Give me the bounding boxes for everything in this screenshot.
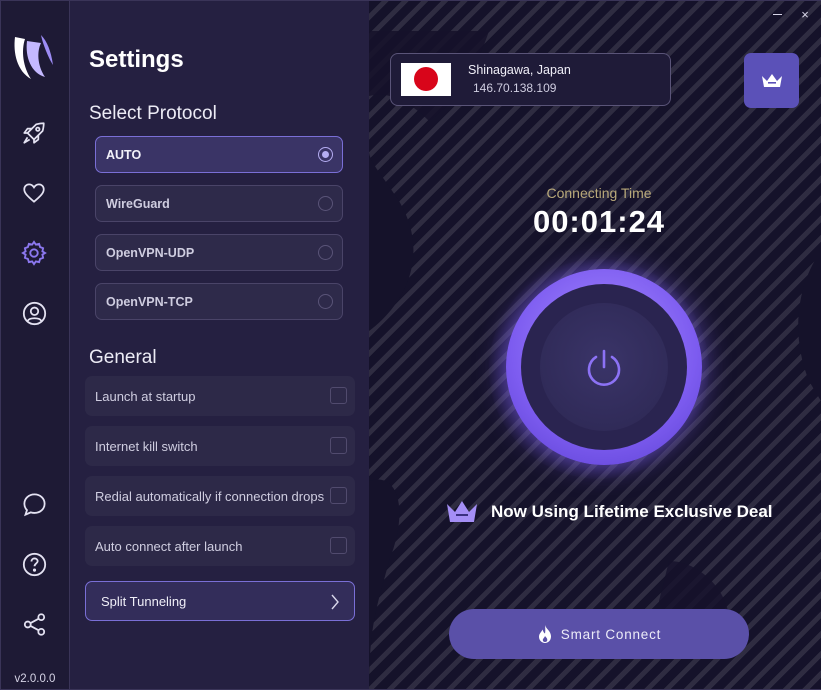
- settings-panel: Settings Select Protocol AUTO WireGuard …: [70, 1, 369, 689]
- checkbox[interactable]: [330, 487, 347, 504]
- help-icon[interactable]: [17, 547, 51, 581]
- rocket-icon[interactable]: [17, 116, 51, 150]
- gear-icon[interactable]: [17, 236, 51, 270]
- version-label: v2.0.0.0: [14, 673, 56, 685]
- protocol-option-openvpn-udp[interactable]: OpenVPN-UDP: [95, 234, 343, 271]
- protocol-option-auto[interactable]: AUTO: [95, 136, 343, 173]
- checkbox[interactable]: [330, 437, 347, 454]
- radio-button[interactable]: [318, 245, 333, 260]
- page-title: Settings: [89, 46, 184, 73]
- smart-connect-label: Smart Connect: [560, 626, 662, 642]
- option-label: Auto connect after launch: [95, 538, 243, 554]
- radio-button[interactable]: [318, 294, 333, 309]
- protocol-label: AUTO: [106, 147, 142, 162]
- checkbox[interactable]: [330, 387, 347, 404]
- option-label: Redial automatically if connection drops: [95, 488, 325, 504]
- connection-area: Shinagawa, Japan 146.70.138.109 Connecti…: [369, 1, 821, 689]
- protocol-heading: Select Protocol: [89, 103, 217, 124]
- share-icon[interactable]: [17, 607, 51, 641]
- app-window: × v2.0.0.0 Settings Select Protocol AUTO…: [0, 0, 821, 690]
- split-tunneling-label: Split Tunneling: [101, 593, 187, 609]
- split-tunneling-button[interactable]: Split Tunneling: [85, 581, 355, 621]
- power-icon: [587, 349, 621, 386]
- premium-button[interactable]: [744, 53, 799, 108]
- minimize-button[interactable]: [770, 7, 784, 21]
- checkbox[interactable]: [330, 537, 347, 554]
- app-logo: [14, 35, 53, 79]
- crown-icon: [761, 73, 782, 87]
- option-label: Internet kill switch: [95, 438, 198, 454]
- option-auto-connect[interactable]: Auto connect after launch: [85, 526, 355, 566]
- smart-connect-button[interactable]: Smart Connect: [449, 609, 749, 659]
- radio-button[interactable]: [318, 196, 333, 211]
- flame-icon: [538, 625, 551, 643]
- protocol-option-openvpn-tcp[interactable]: OpenVPN-TCP: [95, 283, 343, 320]
- connecting-time-label: Connecting Time: [546, 185, 652, 201]
- left-rail: v2.0.0.0: [1, 1, 70, 689]
- power-button[interactable]: [540, 303, 668, 431]
- general-heading: General: [89, 347, 157, 368]
- option-launch-at-startup[interactable]: Launch at startup: [85, 376, 355, 416]
- japan-flag-icon: [401, 63, 451, 96]
- server-selector[interactable]: Shinagawa, Japan 146.70.138.109: [390, 53, 671, 106]
- crown-icon: [447, 501, 477, 522]
- radio-button[interactable]: [318, 147, 333, 162]
- server-ip: 146.70.138.109: [473, 81, 557, 95]
- protocol-label: OpenVPN-UDP: [106, 245, 195, 260]
- chevron-right-icon: [331, 594, 339, 610]
- deal-banner: Now Using Lifetime Exclusive Deal: [445, 498, 773, 526]
- option-label: Launch at startup: [95, 388, 196, 404]
- protocol-option-wireguard[interactable]: WireGuard: [95, 185, 343, 222]
- heart-icon[interactable]: [17, 176, 51, 210]
- user-icon[interactable]: [17, 296, 51, 330]
- deal-text: Now Using Lifetime Exclusive Deal: [491, 502, 773, 521]
- protocol-label: OpenVPN-TCP: [106, 294, 193, 309]
- server-location: Shinagawa, Japan: [468, 63, 571, 77]
- window-controls: ×: [770, 7, 812, 22]
- option-kill-switch[interactable]: Internet kill switch: [85, 426, 355, 466]
- protocol-label: WireGuard: [106, 196, 170, 211]
- chat-icon[interactable]: [17, 487, 51, 521]
- connecting-time: 00:01:24: [532, 204, 666, 239]
- close-button[interactable]: ×: [798, 7, 812, 22]
- option-redial[interactable]: Redial automatically if connection drops: [85, 476, 355, 516]
